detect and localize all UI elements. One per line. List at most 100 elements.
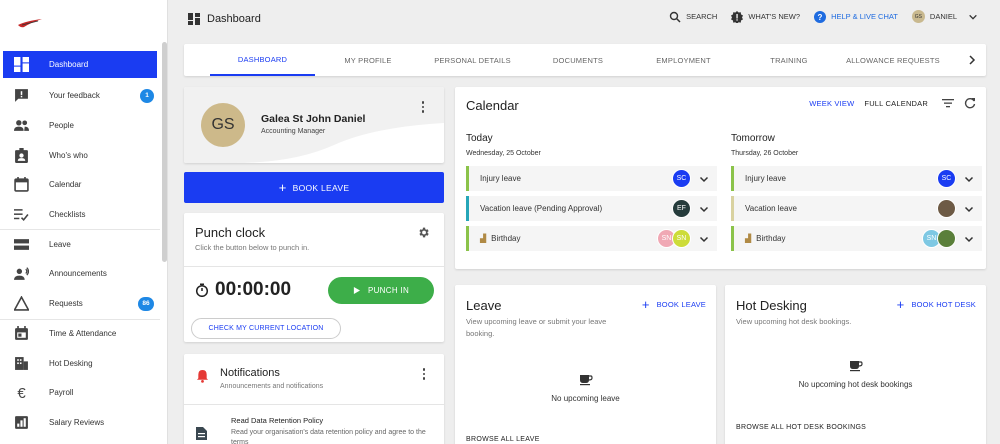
dashboard-icon (13, 57, 29, 73)
company-logo[interactable] (12, 13, 48, 33)
notification-item-title[interactable]: Read Data Retention Policy (231, 416, 323, 425)
punch-clock-time: 00:00:00 (215, 279, 292, 300)
tab-employment[interactable]: EMPLOYMENT (635, 44, 732, 76)
document-icon (196, 427, 207, 440)
avatar[interactable]: EF (672, 199, 691, 218)
chevron-down-icon[interactable] (699, 174, 709, 184)
tab-training[interactable]: TRAINING (745, 44, 833, 76)
tomorrow-date: Thursday, 26 October (731, 150, 799, 157)
full-calendar-button[interactable]: FULL CALENDAR (864, 99, 928, 108)
sidebar-item-label: Salary Reviews (49, 417, 105, 427)
sidebar-item-label: Time & Attendance (49, 329, 117, 339)
calendar-event[interactable]: Injury leave SC (731, 166, 982, 191)
event-label: Vacation leave (Pending Approval) (480, 204, 603, 213)
sidebar-item-label: Who's who (49, 150, 88, 160)
event-label: Injury leave (745, 174, 786, 183)
user-menu[interactable]: GS DANIEL (911, 10, 978, 23)
checklist-icon (13, 207, 29, 223)
calendar-event[interactable]: ▟ Birthday SN (731, 226, 982, 251)
chevron-down-icon[interactable] (964, 174, 974, 184)
avatar[interactable]: SC (937, 169, 956, 188)
check-location-button[interactable]: CHECK MY CURRENT LOCATION (191, 318, 341, 339)
filter-icon[interactable] (942, 97, 954, 109)
svg-text:?: ? (818, 13, 823, 22)
leave-title: Leave (466, 298, 502, 313)
sidebar-item-requests[interactable]: Requests 86 (0, 289, 160, 319)
avatar[interactable]: SN (672, 229, 691, 248)
chevron-down-icon (969, 14, 977, 20)
sidebar-item-announcements[interactable]: Announcements (0, 259, 160, 289)
search-button[interactable]: SEARCH (669, 11, 717, 23)
calendar-event[interactable]: Vacation leave (731, 196, 982, 221)
calendar-event[interactable]: ▟ Birthday SN SN (466, 226, 717, 251)
profile-name: Galea St John Daniel (261, 113, 366, 125)
dashboard-icon (188, 13, 200, 25)
search-label: SEARCH (686, 12, 718, 21)
whats-new-icon (731, 10, 744, 23)
browse-all-leave-link[interactable]: BROWSE ALL LEAVE (466, 436, 540, 443)
count-badge: 86 (138, 296, 154, 311)
sidebar-item-who-s-who[interactable]: Who's who (0, 140, 160, 170)
today-heading: Today (466, 133, 493, 144)
calendar-event[interactable]: Injury leave SC (466, 166, 717, 191)
chevron-down-icon[interactable] (699, 204, 709, 214)
sidebar-item-label: Leave (49, 240, 71, 250)
sidebar-item-dashboard[interactable]: Dashboard (3, 51, 157, 78)
sidebar-item-payroll[interactable]: € Payroll (0, 378, 160, 408)
chevron-down-icon[interactable] (699, 234, 709, 244)
refresh-icon[interactable] (964, 97, 976, 109)
notifications-more-icon[interactable] (419, 367, 429, 381)
avatar[interactable] (937, 229, 956, 248)
sidebar-item-label: Your feedback (49, 91, 100, 101)
tab-my-profile[interactable]: MY PROFILE (319, 44, 417, 76)
book-leave-link[interactable]: + BOOK LEAVE (642, 297, 706, 312)
avatar[interactable] (937, 199, 956, 218)
sidebar-item-checklists[interactable]: Checklists (0, 200, 160, 230)
punch-clock-card: Punch clock Click the button below to pu… (184, 213, 444, 342)
help-live-chat-button[interactable]: ? HELP & LIVE CHAT (814, 10, 898, 23)
sidebar-item-salary-reviews[interactable]: Salary Reviews (0, 408, 160, 438)
people-icon (13, 118, 29, 134)
coffee-cup-icon (850, 361, 863, 372)
tab-personal-details[interactable]: PERSONAL DETAILS (417, 44, 528, 76)
leave-empty-text: No upcoming leave (551, 394, 620, 403)
tomorrow-heading: Tomorrow (731, 133, 775, 144)
tab-allowance-requests[interactable]: ALLOWANCE REQUESTS (834, 44, 952, 76)
avatar[interactable]: GS (201, 103, 245, 147)
sidebar-item-label: Dashboard (49, 60, 89, 69)
notifications-subtitle: Announcements and notifications (220, 383, 324, 390)
book-leave-button[interactable]: + BOOK LEAVE (184, 172, 444, 203)
help-label: HELP & LIVE CHAT (831, 12, 898, 21)
sidebar-item-people[interactable]: People (0, 111, 160, 141)
calendar-event[interactable]: Vacation leave (Pending Approval) EF (466, 196, 717, 221)
avatar[interactable]: SC (672, 169, 691, 188)
sidebar-item-label: Checklists (49, 210, 86, 220)
chevron-down-icon[interactable] (964, 204, 974, 214)
week-view-button[interactable]: WEEK VIEW (809, 99, 854, 108)
book-leave-label: BOOK LEAVE (292, 182, 350, 193)
birthday-cake-icon: ▟ (745, 234, 752, 243)
today-date: Wednesday, 25 October (466, 150, 541, 157)
sidebar-item-calendar[interactable]: Calendar (0, 170, 160, 200)
plus-icon: + (641, 297, 650, 312)
book-hot-desk-link[interactable]: + BOOK HOT DESK (897, 297, 976, 312)
hot-desking-empty-text: No upcoming hot desk bookings (798, 380, 913, 389)
sidebar-nav: Dashboard Your feedback 1 People Who's who Ca… (0, 51, 160, 437)
tab-dashboard[interactable]: DASHBOARD (210, 44, 315, 76)
browse-hot-desk-link[interactable]: BROWSE ALL HOT DESK BOOKINGS (736, 424, 866, 431)
sidebar-item-hot-desking[interactable]: Hot Desking (0, 348, 160, 378)
sidebar-item-leave[interactable]: Leave (0, 229, 160, 259)
whats-new-button[interactable]: WHAT'S NEW? (731, 10, 800, 23)
more-options-icon[interactable] (418, 100, 428, 114)
punch-in-button[interactable]: PUNCH IN (328, 277, 434, 304)
notifications-title: Notifications (220, 367, 280, 379)
tab-documents[interactable]: DOCUMENTS (532, 44, 624, 76)
chevron-down-icon[interactable] (964, 234, 974, 244)
sidebar-scrollbar[interactable] (162, 42, 167, 262)
sidebar-item-label: Announcements (49, 269, 107, 279)
settings-gear-icon[interactable] (417, 226, 430, 239)
chevron-right-icon[interactable] (966, 54, 978, 66)
sidebar-item-time-attendance[interactable]: Time & Attendance (0, 318, 160, 349)
sidebar-item-your-feedback[interactable]: Your feedback 1 (0, 81, 160, 111)
punch-in-label: PUNCH IN (367, 286, 410, 295)
